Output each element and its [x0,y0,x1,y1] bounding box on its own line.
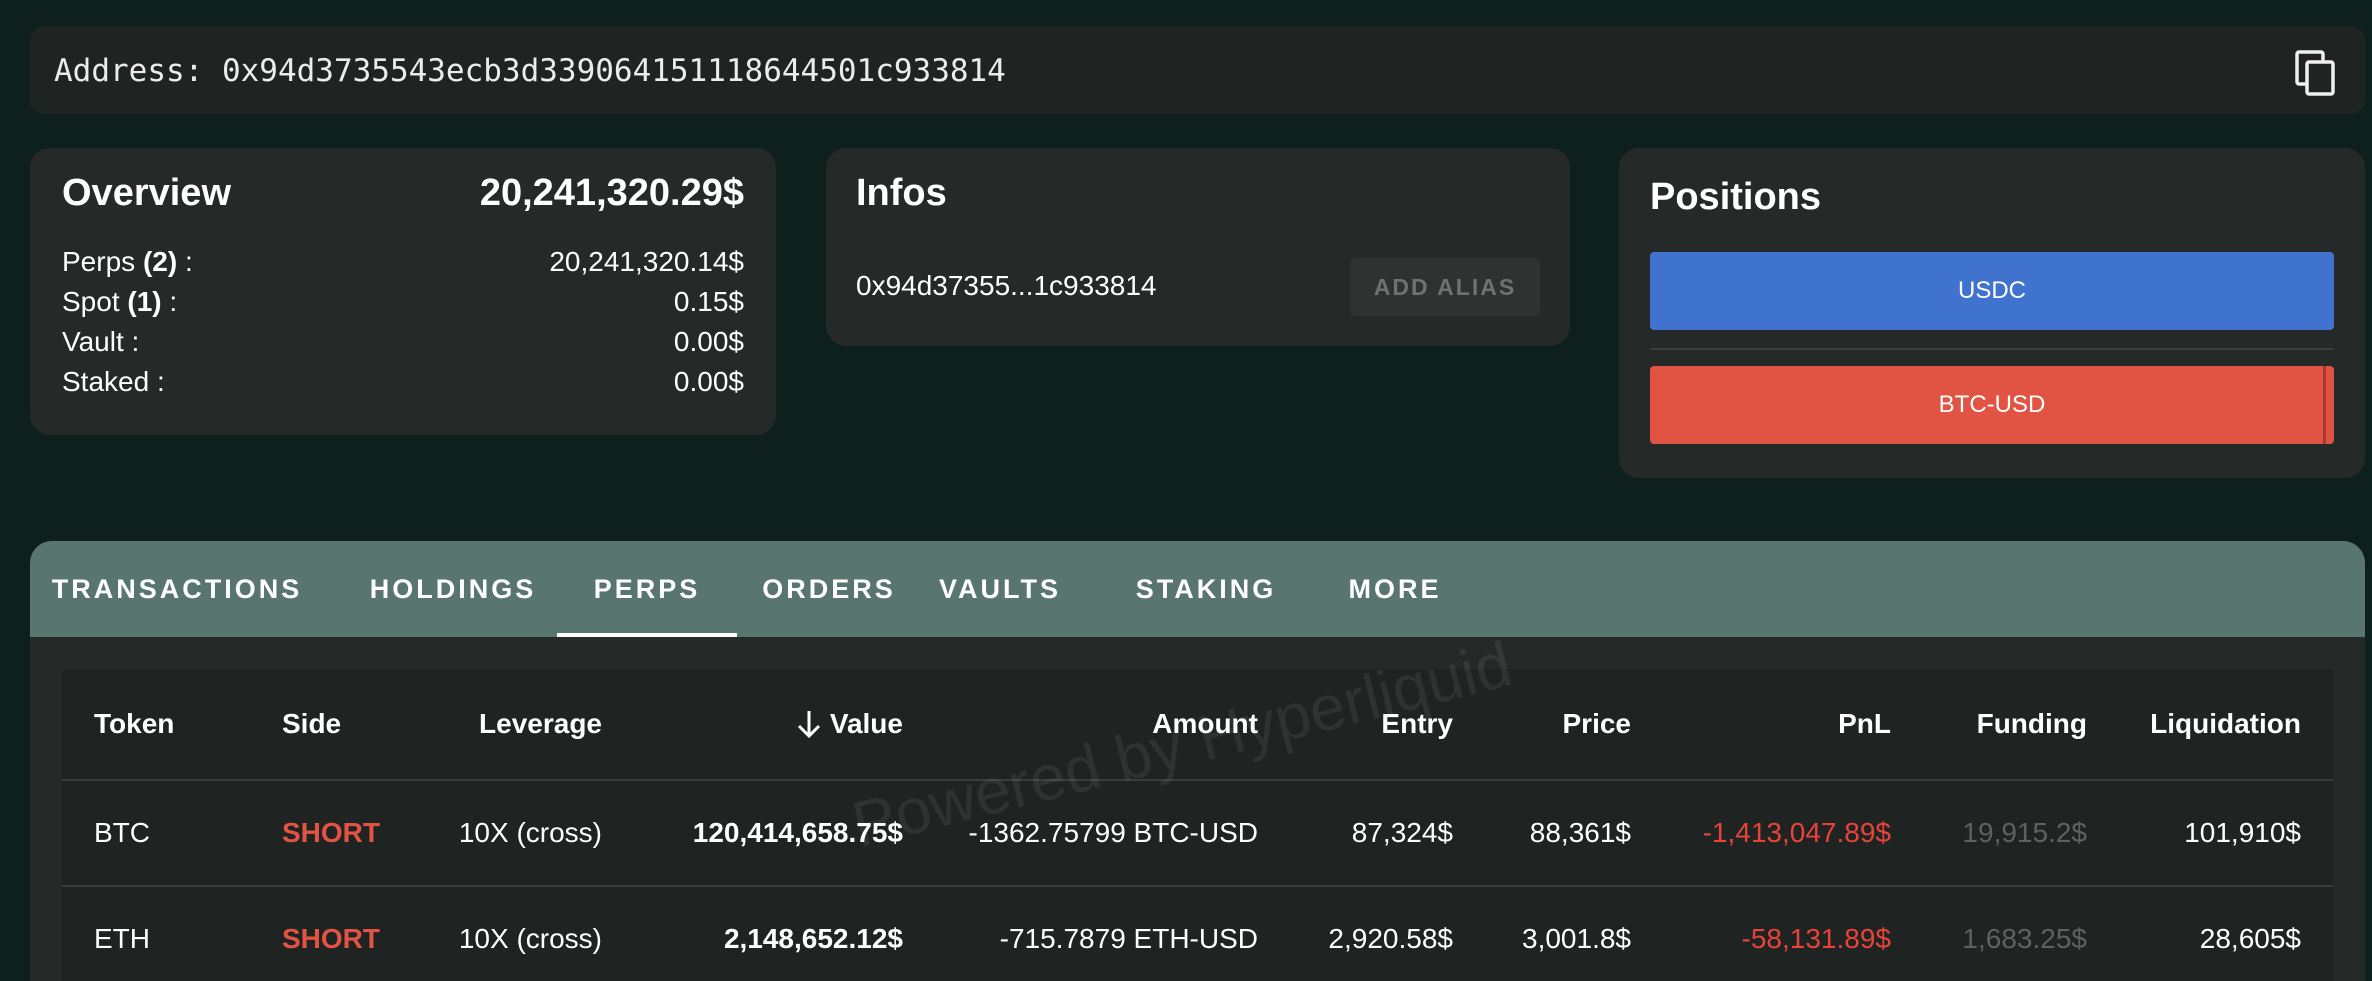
cell-pnl: -1,413,047.89$ [1702,817,1891,848]
cell-liquidation: 101,910$ [2184,817,2301,848]
cell-value: 2,148,652.12$ [723,923,903,954]
infos-title: Infos [856,172,947,214]
header-liquidation[interactable]: Liquidation [2102,669,2301,779]
overview-title: Overview [62,172,231,214]
add-alias-button[interactable]: ADD ALIAS [1350,258,1540,316]
position-bar-label: BTC-USD [1938,391,2046,418]
cell-liquidation: 28,605$ [2199,923,2301,954]
spot-suffix: : [161,286,178,317]
spot-count: (1) [127,286,162,317]
table-row[interactable]: BTC SHORT 10X (cross) 120,414,658.75$ -1… [62,781,2333,887]
cell-funding: 19,915.2$ [1962,817,2087,848]
header-price[interactable]: Price [1482,669,1632,779]
cell-price: 88,361$ [1529,817,1631,848]
positions-title: Positions [1650,176,1822,218]
header-token[interactable]: Token [94,669,174,779]
cell-leverage: 10X (cross) [458,817,602,848]
short-address: 0x94d37355...1c933814 [856,270,1157,301]
position-bar-btc-usd[interactable]: BTC-USD [1650,366,2334,444]
tab-vaults[interactable]: VAULTS [925,541,1075,637]
infos-card: Infos 0x94d37355...1c933814 ADD ALIAS [826,148,1570,346]
tab-staking[interactable]: STAKING [1118,541,1294,637]
table-row[interactable]: ETH SHORT 10X (cross) 2,148,652.12$ -715… [62,887,2333,981]
address-label: Address: 0x94d3735543ecb3d33906415111864… [54,53,1006,89]
cell-amount: -1362.75799 BTC-USD [968,817,1258,848]
cell-entry: 87,324$ [1351,817,1453,848]
tab-bar: TRANSACTIONS HOLDINGS PERPS ORDERS VAULT… [30,541,2365,637]
bar-edge [2323,366,2326,444]
header-funding[interactable]: Funding [1912,669,2087,779]
table-header: Token Side Leverage Value Amount Entry P… [62,669,2333,781]
overview-row-spot: Spot (1) : 0.15$ [62,286,744,322]
header-side[interactable]: Side [282,669,341,779]
vault-label: Vault : [62,326,140,357]
overview-row-staked: Staked : 0.00$ [62,366,744,402]
cell-amount: -715.7879 ETH-USD [999,923,1258,954]
tab-holdings[interactable]: HOLDINGS [350,541,556,637]
spot-value: 0.15$ [673,286,744,317]
header-value-label: Value [829,708,903,739]
cell-funding: 1,683.25$ [1962,923,2087,954]
perps-suffix: : [177,246,193,277]
perps-count: (2) [142,246,178,277]
perps-value: 20,241,320.14$ [549,246,744,277]
position-bar-label: USDC [1957,277,2026,304]
divider [1650,348,2334,350]
cell-pnl: -58,131.89$ [1741,923,1891,954]
header-entry[interactable]: Entry [1312,669,1453,779]
header-amount[interactable]: Amount [962,669,1258,779]
cell-leverage: 10X (cross) [458,923,602,954]
overview-row-label: Perps (2) : [62,246,193,278]
tab-more[interactable]: MORE [1330,541,1460,637]
position-bar-usdc[interactable]: USDC [1650,252,2334,330]
tab-perps[interactable]: PERPS [557,541,737,637]
staked-value: 0.00$ [673,366,744,397]
copy-icon[interactable] [2293,48,2339,98]
main-panel: TRANSACTIONS HOLDINGS PERPS ORDERS VAULT… [30,541,2365,981]
overview-total: 20,241,320.29$ [479,172,744,214]
perps-label: Perps [62,246,136,277]
arrow-down-icon [797,711,820,739]
positions-card: Positions USDC BTC-USD [1619,148,2365,478]
tab-orders[interactable]: ORDERS [746,541,912,637]
perps-table: Token Side Leverage Value Amount Entry P… [62,669,2333,981]
cell-token: BTC [94,817,150,848]
cell-token: ETH [94,923,150,954]
tab-transactions[interactable]: TRANSACTIONS [52,541,302,637]
address-bar: Address: 0x94d3735543ecb3d33906415111864… [30,26,2365,114]
vault-value: 0.00$ [673,326,744,357]
overview-row-vault: Vault : 0.00$ [62,326,744,362]
cell-entry: 2,920.58$ [1328,923,1453,954]
overview-row-label: Spot (1) : [62,286,177,318]
cell-value: 120,414,658.75$ [692,817,903,848]
cell-price: 3,001.8$ [1522,923,1631,954]
header-leverage[interactable]: Leverage [362,669,602,779]
overview-row-perps: Perps (2) : 20,241,320.14$ [62,246,744,282]
spot-label: Spot [62,286,120,317]
overview-card: Overview 20,241,320.29$ Perps (2) : 20,2… [30,148,776,435]
header-value[interactable]: Value [662,669,903,779]
header-pnl[interactable]: PnL [1662,669,1891,779]
staked-label: Staked : [62,366,165,397]
